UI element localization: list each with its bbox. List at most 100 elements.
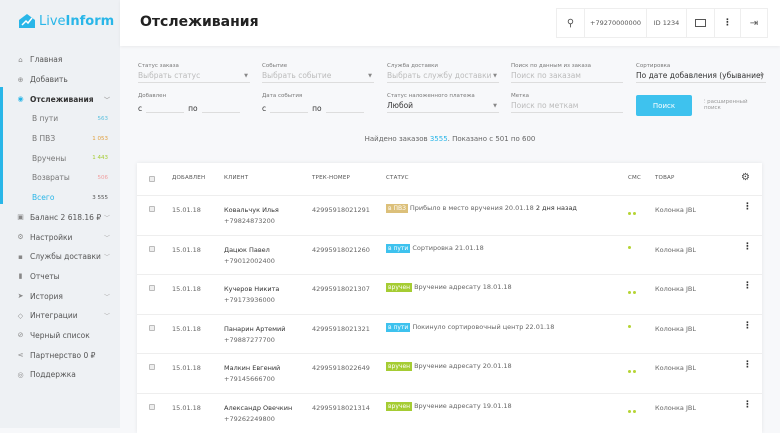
summary-suffix: . Показано с 501 по 600 xyxy=(447,135,536,143)
gear-icon[interactable]: ⚙ xyxy=(741,172,750,183)
summary-count[interactable]: 3555 xyxy=(430,135,448,143)
row-checkbox[interactable] xyxy=(149,364,155,371)
search-button[interactable]: ⚲ xyxy=(557,9,585,37)
status-select[interactable]: Выбрать статус xyxy=(138,71,200,80)
column-header-product[interactable]: ТОВАР xyxy=(655,175,675,181)
track-number[interactable]: 42995918022649 xyxy=(312,364,370,372)
plus-circle-icon: ⊕ xyxy=(17,75,24,84)
client-name[interactable]: Ковальчук Илья xyxy=(224,206,279,214)
sidebar-item[interactable]: ⊕ Добавить xyxy=(0,70,120,90)
event-from-input[interactable] xyxy=(270,99,309,113)
logo[interactable]: LiveInform xyxy=(18,13,114,29)
row-checkbox[interactable] xyxy=(149,324,155,331)
client-name[interactable]: Панарин Артемий xyxy=(224,325,285,333)
sidebar-item[interactable]: ⊘ Черный список xyxy=(0,326,120,346)
cod-select[interactable]: Любой xyxy=(387,101,413,110)
sort-filter[interactable]: Сортировка По дате добавления (убывание) ▼ xyxy=(636,63,766,83)
event-to-input[interactable] xyxy=(325,99,364,113)
tag-search-input[interactable]: Поиск по меткам xyxy=(511,99,623,113)
sidebar-item[interactable]: ▣ Баланс 2 618.16 ₽ ﹀ xyxy=(0,208,120,228)
chevron-down-icon[interactable]: ﹀ xyxy=(104,292,110,301)
table-row[interactable]: 15.01.18 Панарин Артемий +79887277700 42… xyxy=(137,313,762,354)
sidebar-subitem[interactable]: Вручены 1 443 xyxy=(0,148,120,168)
column-header-sms[interactable]: СМС xyxy=(628,175,641,181)
table-row[interactable]: 15.01.18 Дацюк Павел +79012002400 429959… xyxy=(137,234,762,275)
added-from-input[interactable] xyxy=(146,99,185,113)
sort-select[interactable]: По дате добавления (убывание) xyxy=(636,71,764,80)
id-card-icon xyxy=(695,19,706,27)
row-checkbox[interactable] xyxy=(149,206,155,212)
track-number[interactable]: 42995918021291 xyxy=(312,206,370,214)
logo-icon xyxy=(19,14,35,28)
table-row[interactable]: 15.01.18 Кучеров Никита +79173936000 429… xyxy=(137,274,762,314)
sidebar-item[interactable]: ⌂ Главная xyxy=(0,50,120,70)
menu-button[interactable]: ⋮ xyxy=(715,9,741,37)
sidebar-item[interactable]: ➤ История ﹀ xyxy=(0,286,120,306)
track-number[interactable]: 42995918021260 xyxy=(312,246,370,254)
sms-dot xyxy=(628,291,631,295)
client-name[interactable]: Малкин Евгений xyxy=(224,364,280,372)
tag-search[interactable]: Метка Поиск по меткам xyxy=(511,93,623,113)
advanced-search-link[interactable]: ⫶ расширенный поиск xyxy=(704,99,764,111)
sidebar-item[interactable]: ▪ Службы доставки ﹀ xyxy=(0,247,120,267)
sidebar-item[interactable]: ◉ Отслеживания ﹀ xyxy=(0,89,120,109)
sidebar-item[interactable]: ▮ Отчеты xyxy=(0,267,120,287)
search-submit-button[interactable]: Поиск xyxy=(636,95,692,116)
chevron-down-icon[interactable]: ﹀ xyxy=(104,233,110,242)
added-date: 15.01.18 xyxy=(172,285,201,294)
sidebar-subitem[interactable]: Всего 3 555 xyxy=(0,188,120,208)
sidebar-item[interactable]: ◇ Интеграции ﹀ xyxy=(0,306,120,326)
event-filter[interactable]: Событие Выбрать событие ▼ xyxy=(262,63,374,83)
column-header-client[interactable]: КЛИЕНТ xyxy=(224,175,248,181)
sidebar-subitem[interactable]: Возвраты 506 xyxy=(0,168,120,188)
added-to-input[interactable] xyxy=(201,99,240,113)
client-name[interactable]: Кучеров Никита xyxy=(224,285,279,293)
order-search-input[interactable]: Поиск по заказам xyxy=(511,69,623,83)
profile-button[interactable] xyxy=(687,9,715,37)
status-text: Вручение адресату 20.01.18 xyxy=(414,362,512,371)
row-checkbox[interactable] xyxy=(149,404,155,410)
track-number[interactable]: 42995918021314 xyxy=(312,404,370,412)
chevron-down-icon[interactable]: ﹀ xyxy=(104,213,110,222)
chevron-down-icon[interactable]: ﹀ xyxy=(104,252,110,261)
advanced-search-label: расширенный поиск xyxy=(704,99,748,111)
row-menu-icon[interactable]: ⋮ xyxy=(743,360,752,370)
chevron-down-icon[interactable]: ﹀ xyxy=(104,95,110,104)
row-menu-icon[interactable]: ⋮ xyxy=(743,281,752,291)
track-number[interactable]: 42995918021321 xyxy=(312,325,370,333)
row-menu-icon[interactable]: ⋮ xyxy=(743,321,752,331)
sidebar-item[interactable]: ⚙ Настройки ﹀ xyxy=(0,227,120,247)
delivery-select[interactable]: Выбрать службу доставки xyxy=(387,71,491,80)
track-number[interactable]: 42995918021307 xyxy=(312,285,370,293)
status-text: Вручение адресату 18.01.18 xyxy=(414,283,512,292)
row-checkbox[interactable] xyxy=(149,285,155,292)
sidebar-subitem[interactable]: В пути 563 xyxy=(0,109,120,129)
logout-icon: ⇥ xyxy=(749,17,759,29)
chevron-down-icon[interactable]: ﹀ xyxy=(104,311,110,320)
status-filter[interactable]: Статус заказа Выбрать статус ▼ xyxy=(138,63,250,83)
sidebar-item[interactable]: ⋖ Партнерство 0 ₽ xyxy=(0,345,120,365)
logout-button[interactable]: ⇥ xyxy=(741,9,767,37)
column-header-status[interactable]: СТАТУС xyxy=(386,175,409,181)
delivery-filter[interactable]: Служба доставки Выбрать службу доставки ▼ xyxy=(387,63,499,83)
table-row[interactable]: 15.01.18 Малкин Евгений +79145666700 429… xyxy=(137,353,762,393)
sms-dot xyxy=(633,370,636,374)
column-header-added[interactable]: ДОБАВЛЕН xyxy=(172,175,205,181)
sidebar-item[interactable]: ◎ Поддержка xyxy=(0,365,120,385)
event-select[interactable]: Выбрать событие xyxy=(262,71,331,80)
phone-display[interactable]: +79270000000 xyxy=(585,9,647,37)
column-header-track[interactable]: ТРЕК-НОМЕР xyxy=(312,175,350,181)
table-row[interactable]: 15.01.18 Александр Овечкин +79262249800 … xyxy=(137,393,762,433)
table-row[interactable]: 15.01.18 Ковальчук Илья +79824873200 429… xyxy=(137,195,762,235)
client-name[interactable]: Александр Овечкин xyxy=(224,404,292,412)
row-checkbox[interactable] xyxy=(149,245,155,252)
cod-filter[interactable]: Статус наложенного платежа Любой ▼ xyxy=(387,93,499,113)
sidebar-subitem-label: Всего xyxy=(32,193,55,203)
select-all-checkbox[interactable] xyxy=(149,176,155,182)
order-search[interactable]: Поиск по данным из заказа Поиск по заказа… xyxy=(511,63,623,83)
row-menu-icon[interactable]: ⋮ xyxy=(743,242,752,252)
row-menu-icon[interactable]: ⋮ xyxy=(743,400,752,410)
client-name[interactable]: Дацюк Павел xyxy=(224,246,270,254)
product: Колонка JBL xyxy=(655,404,696,412)
row-menu-icon[interactable]: ⋮ xyxy=(743,202,752,212)
